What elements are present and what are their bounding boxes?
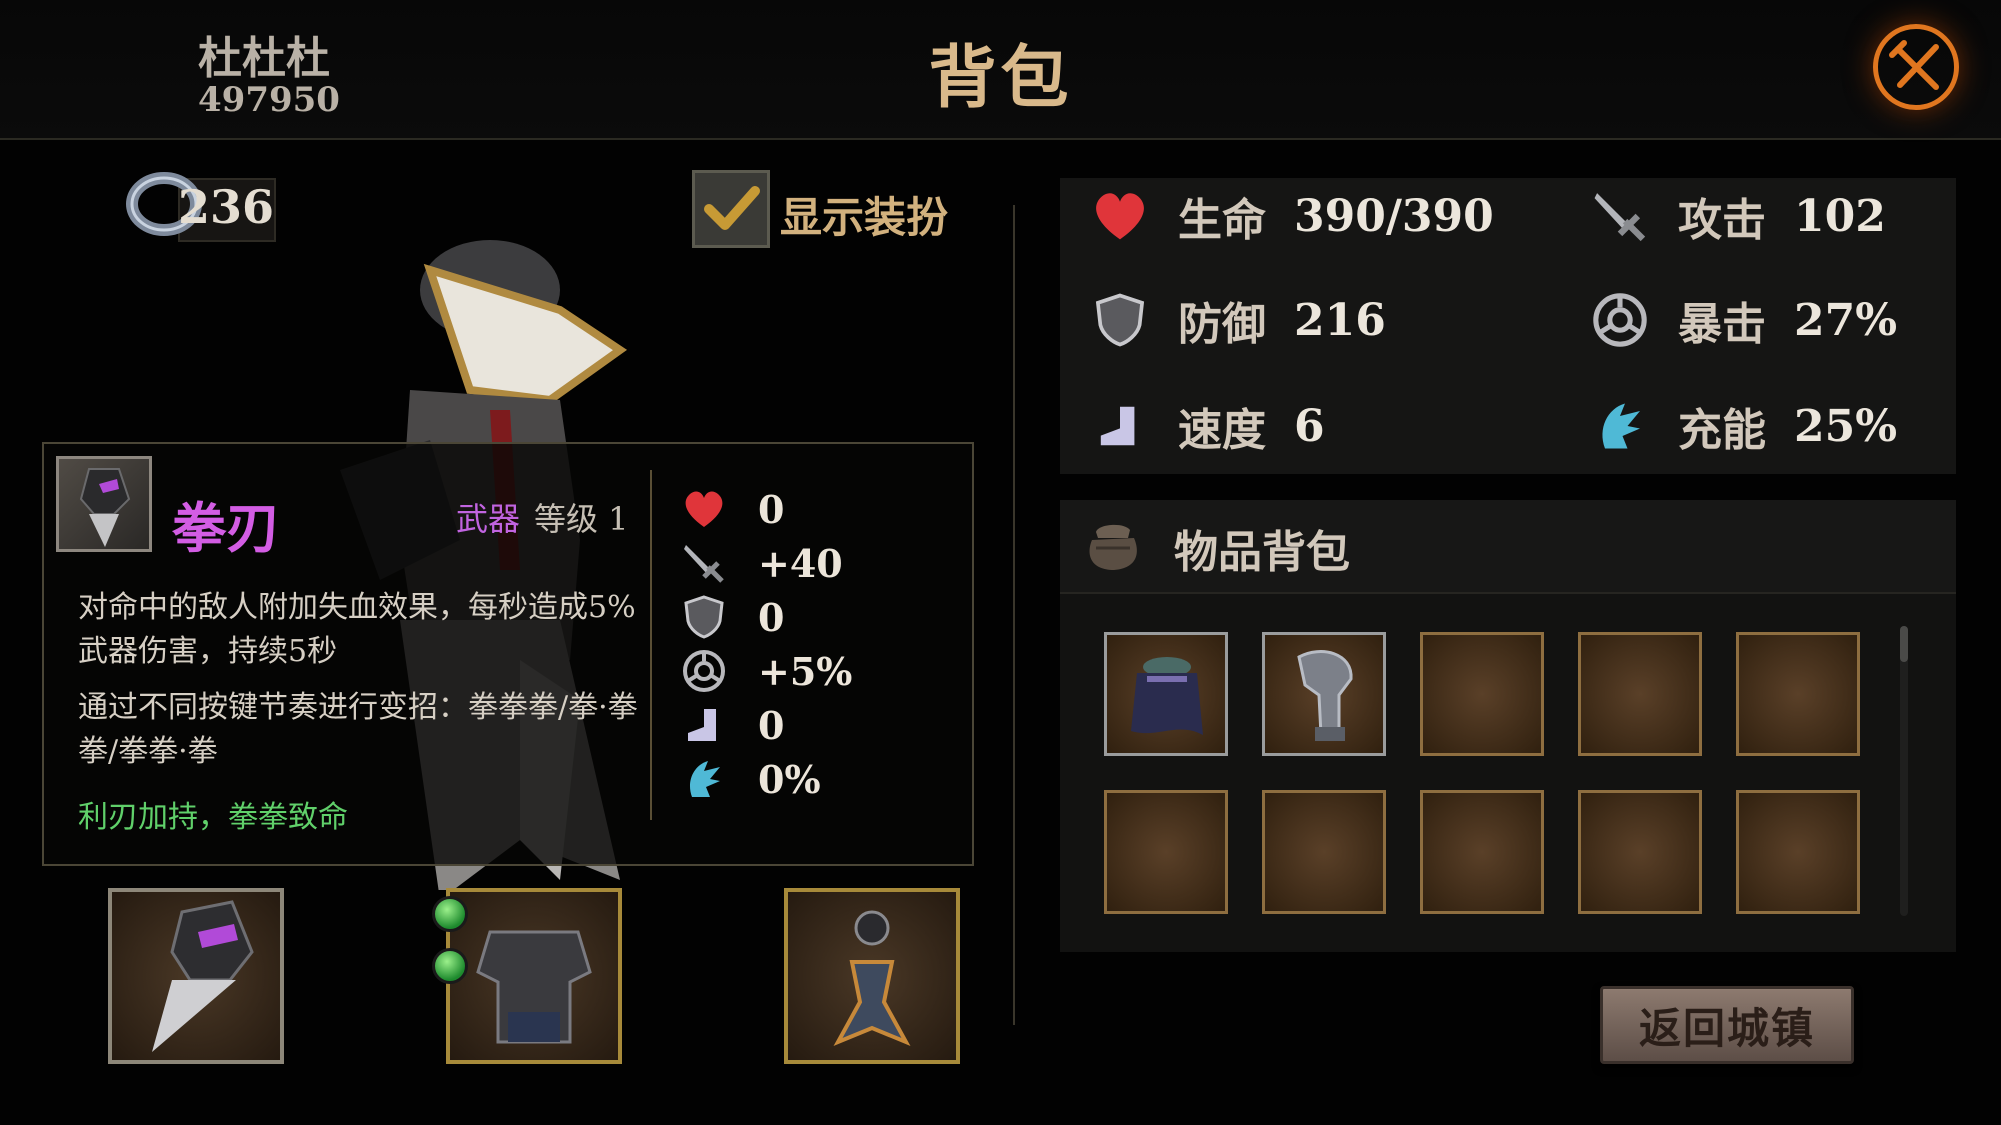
inventory-scrollbar[interactable]	[1900, 626, 1908, 916]
inventory-slot[interactable]	[1736, 790, 1860, 914]
gem-count: 236	[178, 180, 275, 234]
panel-divider	[1013, 205, 1015, 1025]
fist-blade-icon	[79, 468, 131, 547]
bonus-value: +40	[758, 540, 843, 586]
stat-defense: 防御 216	[1090, 290, 1386, 350]
shield-icon	[680, 594, 728, 640]
bonus-row-speed: 0	[680, 702, 784, 748]
crit-icon	[1590, 290, 1650, 350]
sword-icon	[680, 540, 728, 586]
return-town-label: 返回城镇	[1638, 1003, 1815, 1053]
stat-label: 生命	[1178, 195, 1266, 246]
stat-value: 25%	[1794, 400, 1898, 452]
return-town-button[interactable]: 返回城镇	[1600, 986, 1854, 1064]
show-costume-label[interactable]: 显示装扮	[780, 184, 948, 245]
item-panel-separator	[650, 470, 652, 820]
bonus-value: +5%	[758, 648, 853, 694]
item-level: 等级 1	[534, 500, 629, 538]
equip-slot-armor[interactable]	[446, 888, 622, 1064]
item-name: 拳刃	[172, 496, 280, 560]
item-thumbnail	[56, 456, 152, 552]
bonus-row-defense: 0	[680, 594, 784, 640]
item-set-bonus: 利刃加持，拳拳致命	[78, 800, 348, 835]
inventory-slot[interactable]	[1420, 790, 1544, 914]
energy-icon	[680, 756, 728, 802]
item-description-1: 对命中的敌人附加失血效果，每秒造成5%武器伤害，持续5秒	[78, 590, 636, 669]
bonus-value: 0	[758, 594, 785, 640]
stat-value: 102	[1794, 190, 1886, 242]
stat-label: 防御	[1178, 299, 1266, 350]
bonus-row-attack: +40	[680, 540, 843, 586]
helmet-icon	[1297, 650, 1353, 741]
cape-icon	[1131, 657, 1203, 735]
boot-icon	[1090, 396, 1150, 456]
inventory-slot[interactable]	[1262, 790, 1386, 914]
stat-health: 生命 390/390	[1090, 186, 1494, 246]
inventory-slot[interactable]	[1262, 632, 1386, 756]
close-button[interactable]	[1873, 24, 1959, 110]
armor-socket-gem	[432, 948, 468, 984]
armor-socket-gem	[432, 896, 468, 932]
inventory-slot[interactable]	[1578, 632, 1702, 756]
stat-value: 6	[1294, 400, 1325, 452]
inventory-slot[interactable]	[1578, 790, 1702, 914]
equip-slot-weapon[interactable]	[108, 888, 284, 1064]
show-costume-checkbox[interactable]	[692, 170, 770, 248]
stat-label: 攻击	[1678, 195, 1766, 246]
amulet-icon	[833, 910, 911, 1047]
bonus-row-energy: 0%	[680, 756, 821, 802]
stat-label: 速度	[1178, 405, 1266, 456]
item-type: 武器	[456, 500, 521, 538]
stat-energy: 充能 25%	[1590, 396, 1897, 456]
bonus-value: 0%	[758, 756, 821, 802]
stat-value: 390/390	[1294, 190, 1494, 242]
bonus-value: 0	[758, 702, 785, 748]
inventory-slot[interactable]	[1736, 632, 1860, 756]
stat-value: 216	[1294, 294, 1386, 346]
energy-icon	[1590, 396, 1650, 456]
stat-crit: 暴击 27%	[1590, 290, 1897, 350]
chest-armor-icon	[476, 930, 592, 1044]
crit-icon	[680, 648, 728, 694]
heart-icon	[680, 486, 728, 532]
bonus-row-crit: +5%	[680, 648, 852, 694]
boot-icon	[680, 702, 728, 748]
sword-icon	[1590, 186, 1650, 246]
inventory-title: 物品背包	[1174, 527, 1350, 578]
inventory-slot[interactable]	[1420, 632, 1544, 756]
inventory-slot[interactable]	[1104, 790, 1228, 914]
fist-blade-icon	[152, 900, 254, 1052]
stat-attack: 攻击 102	[1590, 186, 1886, 246]
stat-label: 充能	[1678, 405, 1766, 456]
bonus-value: 0	[758, 486, 785, 532]
bag-icon	[1084, 518, 1142, 574]
equip-slot-trinket[interactable]	[784, 888, 960, 1064]
item-description-2: 通过不同按键节奏进行变招：拳拳拳/拳·拳拳/拳拳·拳	[78, 690, 638, 769]
inventory-scroll-thumb[interactable]	[1900, 626, 1908, 662]
stat-speed: 速度 6	[1090, 396, 1325, 456]
heart-icon	[1090, 186, 1150, 246]
close-icon	[1889, 40, 1939, 90]
inventory-slot[interactable]	[1104, 632, 1228, 756]
shield-icon	[1090, 290, 1150, 350]
stat-value: 27%	[1794, 294, 1898, 346]
check-icon	[704, 186, 760, 230]
page-title: 背包	[928, 38, 1073, 118]
stat-label: 暴击	[1678, 299, 1766, 350]
bonus-row-health: 0	[680, 486, 784, 532]
